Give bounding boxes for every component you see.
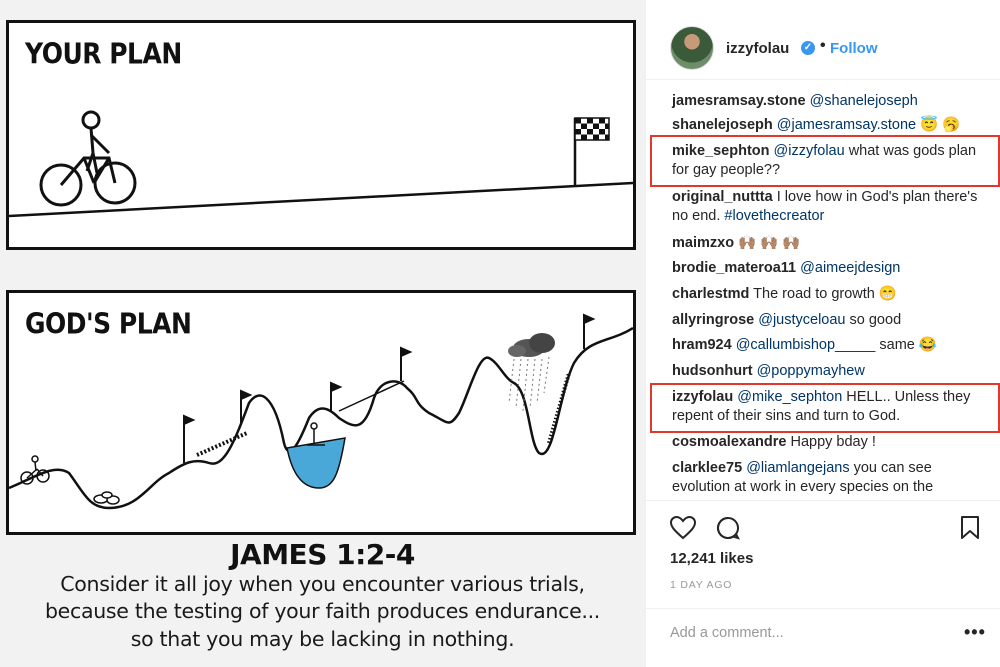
post-header: izzyfolau ✓ • Follow — [646, 0, 1000, 80]
comment-mention[interactable]: @mike_sephton — [737, 389, 842, 405]
storm-cloud-illustration — [508, 333, 555, 412]
comment: cosmoalexandre Happy bday ! — [672, 433, 987, 452]
comment-username[interactable]: shanelejoseph — [672, 117, 773, 133]
comment: original_nuttta I love how in God's plan… — [672, 188, 987, 226]
comment-username[interactable]: izzyfolau — [672, 389, 733, 405]
comment-username[interactable]: original_nuttta — [672, 189, 773, 205]
comment-username[interactable]: hram924 — [672, 337, 732, 353]
comment-username[interactable]: cosmoalexandre — [672, 434, 786, 450]
verse-line: so that you may be lacking in nothing. — [130, 627, 515, 651]
comment-username[interactable]: brodie_materoa11 — [672, 260, 796, 276]
comment: hudsonhurt @poppymayhew — [672, 362, 987, 381]
comment-text: Happy bday ! — [790, 434, 876, 450]
comment-mention[interactable]: @callumbishop_____ — [736, 337, 876, 353]
comment: hram924 @callumbishop_____ same 😂 — [672, 336, 987, 355]
avatar[interactable] — [670, 26, 714, 70]
comment-text: The road to growth 😁 — [753, 286, 897, 302]
comment-username[interactable]: allyringrose — [672, 312, 754, 328]
comment-username[interactable]: charlestmd — [672, 286, 749, 302]
comment: shanelejoseph @jamesramsay.stone 😇 🥱 — [672, 116, 987, 135]
post-image[interactable]: YOUR PLAN GOD'S PLAN JAMES 1:2-4 Conside… — [0, 0, 645, 667]
your-plan-panel: YOUR PLAN — [6, 20, 636, 250]
verse-line: because the testing of your faith produc… — [44, 599, 601, 623]
finish-flag-illustration — [573, 117, 610, 186]
add-comment-bar: ••• — [646, 608, 1000, 667]
comment: mike_sephton @izzyfolau what was gods pl… — [672, 142, 987, 180]
likes-count[interactable]: 12,241 likes — [670, 550, 753, 567]
comment-text: 😇 🥱 — [916, 117, 961, 133]
bookmark-icon[interactable] — [960, 516, 980, 540]
heart-icon[interactable] — [670, 516, 696, 540]
add-comment-input[interactable] — [670, 621, 940, 645]
comments-list[interactable]: jamesramsay.stone @shanelejoseph shanele… — [646, 80, 1000, 500]
comment-mention[interactable]: @justyceloau — [758, 312, 845, 328]
comment-mention[interactable]: @liamlangejans — [746, 460, 849, 476]
comment-icon[interactable] — [716, 516, 740, 540]
comment: charlestmd The road to growth 😁 — [672, 285, 987, 304]
comment-mention[interactable]: @jamesramsay.stone — [777, 117, 916, 133]
comment-username[interactable]: hudsonhurt — [672, 363, 753, 379]
comment-username[interactable]: clarklee75 — [672, 460, 742, 476]
comment-mention[interactable]: @poppymayhew — [757, 363, 865, 379]
comment: jamesramsay.stone @shanelejoseph — [672, 92, 987, 111]
comment-hashtag[interactable]: #lovethecreator — [720, 208, 824, 224]
comment-mention[interactable]: @aimeejdesign — [800, 260, 900, 276]
comment-mention[interactable]: @shanelejoseph — [810, 93, 918, 109]
follow-button[interactable]: Follow — [830, 40, 878, 57]
comment-username[interactable]: maimzxo — [672, 235, 734, 251]
comment-mention[interactable]: @izzyfolau — [774, 143, 845, 159]
comment-text: 🙌🏽 🙌🏽 🙌🏽 — [738, 235, 801, 251]
comment: maimzxo 🙌🏽 🙌🏽 🙌🏽 — [672, 234, 987, 253]
more-options-icon[interactable]: ••• — [964, 622, 986, 643]
comment: izzyfolau @mike_sephton HELL.. Unless th… — [672, 388, 987, 426]
comment-text: same 😂 — [875, 337, 937, 353]
cyclist-illustration — [39, 110, 137, 207]
rocks-illustration — [93, 491, 120, 505]
comment: brodie_materoa11 @aimeejdesign — [672, 259, 987, 278]
comment-text: so good — [845, 312, 902, 328]
comment-username[interactable]: jamesramsay.stone — [672, 93, 806, 109]
verse-line: Consider it all joy when you encounter v… — [60, 572, 585, 596]
your-plan-illustration — [9, 110, 633, 218]
post-sidebar: izzyfolau ✓ • Follow jamesramsay.stone @… — [645, 0, 1000, 667]
gods-plan-panel: GOD'S PLAN — [6, 290, 636, 535]
post-actions: 12,241 likes 1 DAY AGO ••• — [646, 500, 1000, 667]
comment-username[interactable]: mike_sephton — [672, 143, 770, 159]
comment: allyringrose @justyceloau so good — [672, 311, 987, 330]
gods-plan-illustration — [9, 313, 633, 510]
comment: clarklee75 @liamlangejans you can see ev… — [672, 459, 987, 497]
post-author-username[interactable]: izzyfolau — [726, 40, 789, 57]
verified-badge-icon: ✓ — [801, 41, 815, 55]
post-timestamp: 1 DAY AGO — [670, 579, 733, 591]
header-separator: • — [820, 37, 826, 54]
verse-reference: JAMES 1:2-4 — [230, 538, 415, 571]
